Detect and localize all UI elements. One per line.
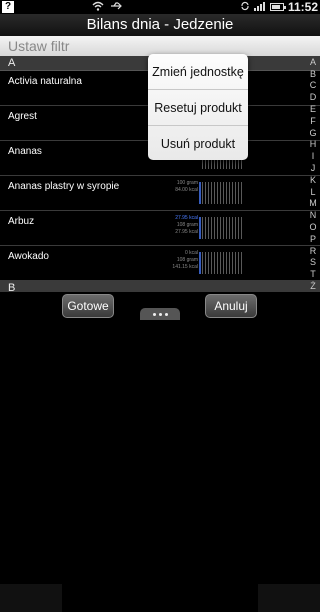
list-item[interactable]: Awokado 0 kcal 108 gram 141.15 kcal: [0, 246, 320, 281]
bottom-bar-right-bg: [258, 584, 320, 612]
slider-marker: [199, 217, 201, 239]
more-options-button[interactable]: [140, 308, 180, 320]
stat-line: 27.95 kcal: [175, 229, 198, 235]
list-item[interactable]: Arbuz 27.95 kcal 108 gram 27.95 kcal: [0, 211, 320, 246]
index-letter[interactable]: P: [310, 234, 316, 244]
index-letter[interactable]: K: [310, 175, 316, 185]
product-name: Agrest: [8, 111, 37, 122]
status-right: 11:52: [240, 0, 318, 14]
status-icons: [92, 1, 122, 13]
index-letter[interactable]: Ż: [310, 281, 316, 291]
index-letter[interactable]: N: [310, 210, 317, 220]
stat-line: 0 kcal: [184, 250, 198, 256]
product-stats: 100 gram 84.00 kcal: [148, 180, 198, 194]
index-letter[interactable]: L: [310, 187, 315, 197]
menu-item-change-unit[interactable]: Zmień jednostkę: [148, 54, 248, 90]
menu-item-reset-product[interactable]: Resetuj produkt: [148, 90, 248, 126]
alphabet-index[interactable]: ABCDEFGHIJKLMNOPRSTŻ: [306, 56, 320, 292]
product-name: Awokado: [8, 251, 49, 262]
index-letter[interactable]: M: [309, 198, 317, 208]
index-letter[interactable]: B: [310, 69, 316, 79]
index-letter[interactable]: A: [310, 57, 316, 67]
product-name: Activia naturalna: [8, 76, 82, 87]
context-menu: Zmień jednostkę Resetuj produkt Usuń pro…: [148, 54, 248, 160]
amount-slider[interactable]: [199, 217, 242, 239]
product-stats: 27.95 kcal 108 gram 27.95 kcal: [148, 215, 198, 236]
stat-line: 141.15 kcal: [172, 264, 198, 270]
stat-line: 27.95 kcal: [175, 215, 198, 221]
stat-line: 84.00 kcal: [175, 187, 198, 193]
index-letter[interactable]: R: [310, 246, 317, 256]
index-letter[interactable]: I: [312, 151, 315, 161]
amount-slider[interactable]: [199, 252, 242, 274]
stat-line: 100 gram: [176, 180, 198, 186]
wifi-icon: [92, 1, 104, 14]
amount-slider[interactable]: [199, 182, 242, 204]
index-letter[interactable]: H: [310, 139, 317, 149]
usb-icon: [110, 1, 122, 14]
index-letter[interactable]: C: [310, 80, 317, 90]
product-name: Ananas plastry w syropie: [8, 181, 120, 192]
slider-marker: [199, 252, 201, 274]
menu-item-delete-product[interactable]: Usuń produkt: [148, 126, 248, 161]
bottom-bar-left-bg: [0, 584, 62, 612]
clock: 11:52: [287, 0, 318, 14]
product-stats: 0 kcal 108 gram 141.15 kcal: [148, 250, 198, 271]
filter-bar: [0, 36, 320, 56]
index-letter[interactable]: G: [309, 128, 316, 138]
page-title: Bilans dnia - Jedzenie: [0, 14, 320, 36]
product-name: Arbuz: [8, 216, 35, 227]
list-item[interactable]: Ananas plastry w syropie 100 gram 84.00 kc…: [0, 176, 320, 211]
section-header: B: [0, 281, 320, 292]
index-letter[interactable]: E: [310, 104, 316, 114]
index-letter[interactable]: J: [311, 163, 316, 173]
index-letter[interactable]: F: [310, 116, 316, 126]
index-letter[interactable]: D: [310, 92, 317, 102]
index-letter[interactable]: O: [309, 222, 316, 232]
index-letter[interactable]: S: [310, 257, 316, 267]
cancel-button[interactable]: Anuluj: [205, 294, 257, 318]
help-icon: ?: [2, 1, 14, 13]
stat-line: 108 gram: [176, 222, 198, 228]
slider-marker: [199, 182, 201, 204]
battery-icon: [269, 3, 286, 11]
stat-line: 108 gram: [176, 257, 198, 263]
filter-input[interactable]: [8, 36, 258, 56]
index-letter[interactable]: T: [310, 269, 316, 279]
product-name: Ananas: [8, 146, 42, 157]
status-bar: ? 11:52: [0, 0, 320, 14]
done-button[interactable]: Gotowe: [62, 294, 114, 318]
